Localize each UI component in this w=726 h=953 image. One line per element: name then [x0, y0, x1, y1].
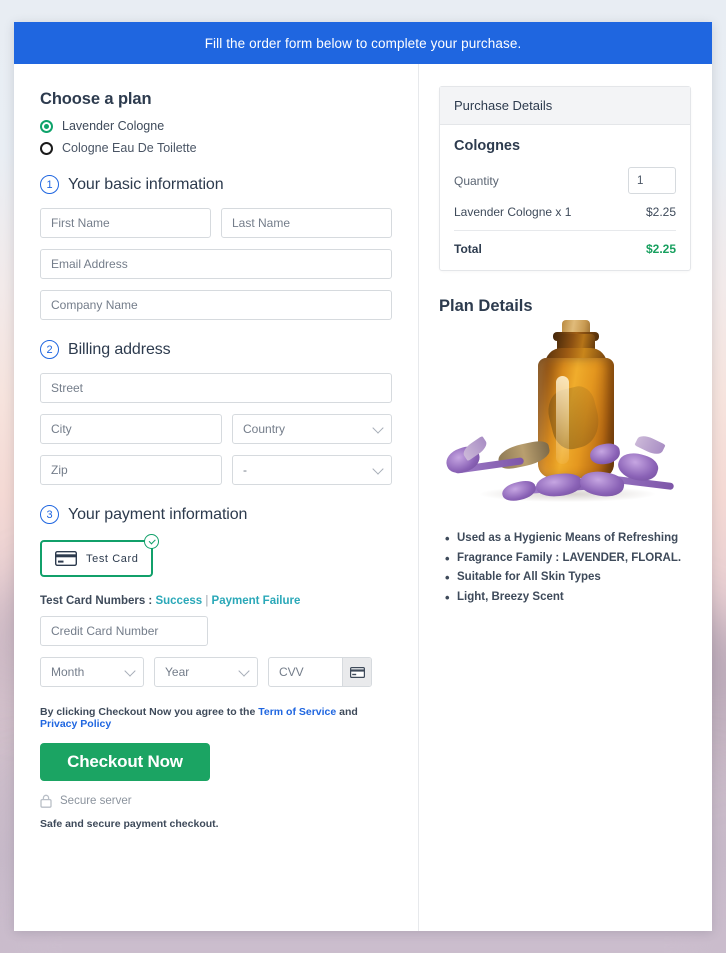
purchase-details-body: Colognes Quantity Lavender Cologne x 1 $…: [440, 125, 690, 270]
list-item: Fragrance Family : LAVENDER, FLORAL.: [445, 550, 691, 568]
last-name-input[interactable]: [221, 208, 392, 238]
year-select[interactable]: [154, 657, 258, 687]
state-select-wrapper: [232, 455, 392, 485]
test-card-numbers: Test Card Numbers : Success | Payment Fa…: [40, 595, 392, 607]
total-amount: $2.25: [645, 242, 676, 256]
purchase-details-panel: Purchase Details Colognes Quantity Laven…: [439, 86, 691, 271]
plan-details-heading: Plan Details: [439, 297, 533, 315]
terms-of-service-link[interactable]: Term of Service: [258, 706, 336, 718]
country-select[interactable]: [232, 414, 392, 444]
test-card-numbers-prefix: Test Card Numbers :: [40, 595, 156, 607]
step-basic-information: 1 Your basic information: [40, 175, 392, 194]
step-payment-information: 3 Your payment information: [40, 505, 392, 524]
city-input[interactable]: [40, 414, 222, 444]
step-number-badge: 1: [40, 175, 59, 194]
company-row: [40, 290, 392, 320]
street-row: [40, 373, 392, 403]
radio-icon-selected[interactable]: [40, 119, 53, 133]
plan-option-lavender-cologne[interactable]: Lavender Cologne: [40, 119, 392, 133]
order-form-column: Choose a plan Lavender Cologne Cologne E…: [14, 64, 419, 931]
email-input[interactable]: [40, 249, 392, 279]
secure-server-note: Secure server: [40, 794, 392, 808]
line-item-label: Lavender Cologne x 1: [454, 205, 572, 219]
purchase-details-header: Purchase Details: [440, 87, 690, 125]
state-select[interactable]: [232, 455, 392, 485]
list-item: Suitable for All Skin Types: [445, 569, 691, 587]
email-row: [40, 249, 392, 279]
radio-icon-unselected[interactable]: [40, 141, 53, 155]
month-select-wrapper: [40, 657, 144, 687]
line-item-row: Lavender Cologne x 1 $2.25: [454, 205, 676, 231]
step-title: Your basic information: [68, 175, 224, 193]
cvv-wrapper: [268, 657, 372, 687]
line-item-amount: $2.25: [645, 205, 676, 219]
payment-failure-link[interactable]: Payment Failure: [212, 595, 301, 607]
list-item: Light, Breezy Scent: [445, 589, 691, 607]
check-circle-icon: [144, 534, 160, 549]
step-number-badge: 2: [40, 340, 59, 359]
link-separator: |: [202, 595, 212, 607]
success-link[interactable]: Success: [155, 595, 202, 607]
quantity-input[interactable]: [628, 167, 676, 194]
list-item: Used as a Hygienic Means of Refreshing: [445, 530, 691, 548]
payment-method-label: Test Card: [86, 552, 139, 565]
step-title: Billing address: [68, 340, 171, 358]
country-select-wrapper: [232, 414, 392, 444]
zip-input[interactable]: [40, 455, 222, 485]
credit-card-number-input[interactable]: [40, 616, 208, 646]
bottle-highlight: [556, 376, 569, 464]
step-billing-address: 2 Billing address: [40, 340, 392, 359]
banner: Fill the order form below to complete yo…: [14, 22, 712, 64]
card-body: Choose a plan Lavender Cologne Cologne E…: [14, 64, 712, 931]
plan-option-cologne-eau-de-toilette[interactable]: Cologne Eau De Toilette: [40, 141, 392, 155]
credit-card-icon: [55, 551, 77, 566]
quantity-row: Quantity: [454, 167, 676, 194]
secure-server-label: Secure server: [60, 795, 132, 807]
zip-state-row: [40, 455, 392, 485]
agreement-text: By clicking Checkout Now you agree to th…: [40, 706, 392, 730]
step-number-badge: 3: [40, 505, 59, 524]
checkout-card: Fill the order form below to complete yo…: [14, 22, 712, 931]
payment-method-test-card[interactable]: Test Card: [40, 534, 160, 577]
privacy-policy-link[interactable]: Privacy Policy: [40, 718, 111, 730]
lock-icon: [40, 794, 52, 808]
city-country-row: [40, 414, 392, 444]
agreement-prefix: By clicking Checkout Now you agree to th…: [40, 706, 259, 718]
banner-text: Fill the order form below to complete yo…: [204, 35, 522, 51]
product-group-name: Colognes: [454, 138, 521, 154]
first-name-input[interactable]: [40, 208, 211, 238]
choose-plan-heading: Choose a plan: [40, 90, 152, 108]
company-name-input[interactable]: [40, 290, 392, 320]
quantity-label: Quantity: [454, 173, 499, 188]
summary-column: Purchase Details Colognes Quantity Laven…: [419, 64, 711, 931]
agreement-middle: and: [336, 706, 358, 718]
product-image: [440, 320, 690, 516]
plan-option-label: Lavender Cologne: [62, 119, 165, 133]
safe-payment-note: Safe and secure payment checkout.: [40, 818, 219, 830]
plan-option-label: Cologne Eau De Toilette: [62, 141, 197, 155]
total-label: Total: [454, 242, 482, 256]
total-row: Total $2.25: [454, 231, 676, 256]
cvv-card-icon: [342, 658, 371, 686]
checkout-now-button[interactable]: Checkout Now: [40, 743, 210, 781]
month-select[interactable]: [40, 657, 144, 687]
street-input[interactable]: [40, 373, 392, 403]
card-number-row: [40, 616, 392, 646]
step-title: Your payment information: [68, 505, 248, 523]
year-select-wrapper: [154, 657, 258, 687]
plan-features-list: Used as a Hygienic Means of Refreshing F…: [439, 530, 691, 607]
expiry-cvv-row: [40, 657, 392, 687]
name-row: [40, 208, 392, 238]
